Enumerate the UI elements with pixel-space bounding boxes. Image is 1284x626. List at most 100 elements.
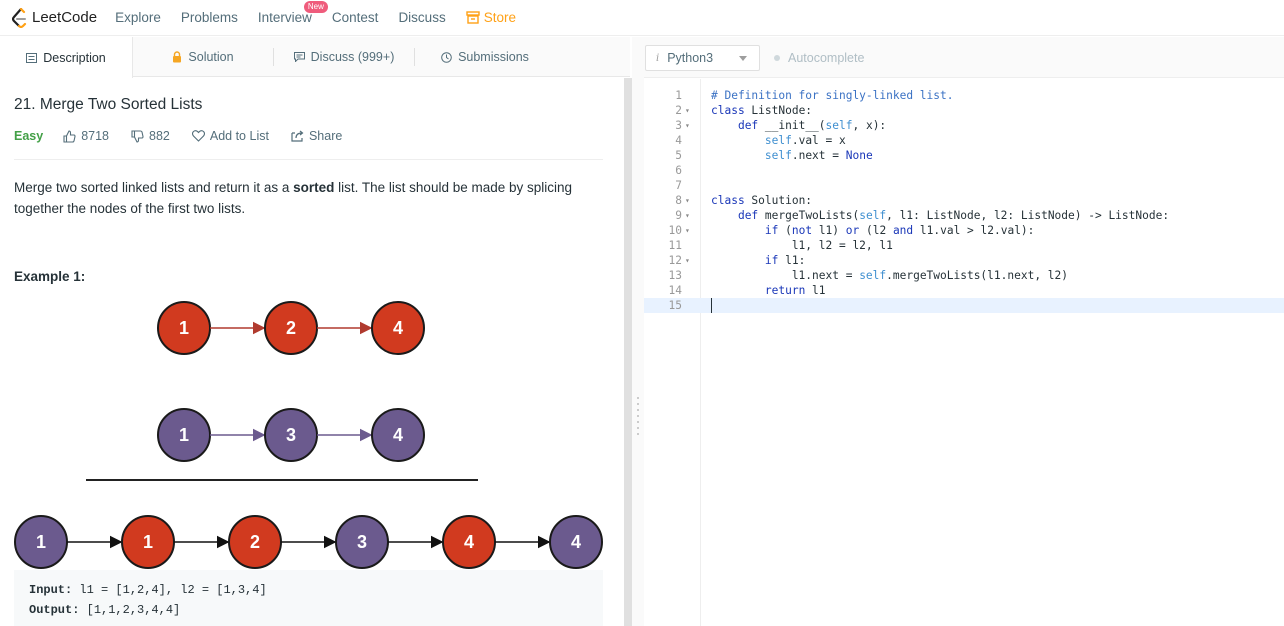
nav-interview[interactable]: Interview New	[257, 1, 328, 25]
nav-interview-label: Interview	[257, 10, 312, 25]
line-number: 1	[675, 89, 682, 102]
description-bold: sorted	[293, 180, 335, 195]
code-line[interactable]: 3 ▾ def __init__(self, x):	[644, 118, 1284, 133]
line-number: 15	[668, 299, 682, 312]
line-number: 6	[675, 164, 682, 177]
list2-node-value: 1	[179, 425, 189, 445]
nav-store[interactable]: Store	[466, 10, 516, 25]
line-number: 5	[675, 149, 682, 162]
code-text	[711, 298, 712, 313]
merged-node: 1	[121, 515, 175, 569]
fold-arrow-icon[interactable]: ▾	[685, 223, 690, 238]
add-to-list-label: Add to List	[209, 129, 269, 143]
logo[interactable]: LeetCode	[12, 7, 98, 28]
code-line[interactable]: 9 ▾ def mergeTwoLists(self, l1: ListNode,…	[644, 208, 1284, 223]
merged-node-value: 4	[464, 532, 474, 552]
like-button[interactable]: 8718	[63, 129, 109, 143]
code-line[interactable]: 11 l1, l2 = l2, l1	[644, 238, 1284, 253]
fold-arrow-icon[interactable]: ▾	[685, 253, 690, 268]
problem-title: 21. Merge Two Sorted Lists	[14, 96, 203, 113]
logo-text: LeetCode	[32, 9, 98, 26]
example-output-line: Output: [1,1,2,3,4,4]	[29, 600, 588, 620]
splitter-grip-icon[interactable]	[637, 395, 639, 439]
list2-node: 1	[157, 408, 211, 462]
output-label: Output:	[29, 603, 80, 617]
description-scrollbar[interactable]	[624, 78, 632, 626]
line-number: 10	[668, 224, 682, 237]
tab-solution[interactable]: Solution	[133, 37, 273, 77]
code-line[interactable]: 1 # Definition for singly-linked list.	[644, 88, 1284, 103]
code-text: class Solution:	[711, 194, 813, 207]
line-number: 3	[675, 119, 682, 132]
tab-description[interactable]: Description	[0, 37, 133, 78]
tab-solution-label: Solution	[188, 50, 234, 64]
list2-node: 4	[371, 408, 425, 462]
merged-node-value: 1	[36, 532, 46, 552]
output-value: [1,1,2,3,4,4]	[86, 603, 181, 617]
panel-splitter[interactable]	[632, 37, 644, 626]
autocomplete-toggle[interactable]: Autocomplete	[774, 51, 864, 65]
code-line[interactable]: 10 ▾ if (not l1) or (l2 and l1.val > l2.v…	[644, 223, 1284, 238]
toggle-dot-icon	[774, 55, 780, 61]
code-editor[interactable]: 1 # Definition for singly-linked list. 2 ▾ c…	[644, 79, 1284, 626]
code-line[interactable]: 6	[644, 163, 1284, 178]
code-text: def __init__(self, x):	[737, 119, 887, 132]
line-number: 8	[675, 194, 682, 207]
difficulty-badge: Easy	[14, 129, 44, 143]
code-lines[interactable]: 1 # Definition for singly-linked list. 2 ▾ c…	[644, 88, 1284, 313]
input-label: Input:	[29, 583, 73, 597]
list1-node: 4	[371, 301, 425, 355]
code-text: if (not l1) or (l2 and l1.val > l2.val):	[764, 224, 1035, 237]
input-value: l1 = [1,2,4], l2 = [1,3,4]	[79, 583, 267, 597]
store-icon	[466, 11, 480, 24]
language-select[interactable]: i Python3	[645, 45, 760, 71]
nav-explore[interactable]: Explore	[115, 10, 161, 25]
merged-node: 4	[442, 515, 496, 569]
fold-arrow-icon[interactable]: ▾	[685, 208, 690, 223]
code-line[interactable]: 2 ▾ class ListNode:	[644, 103, 1284, 118]
fold-arrow-icon[interactable]: ▾	[685, 103, 690, 118]
add-to-list-button[interactable]: Add to List	[191, 129, 269, 143]
example-io: Input: l1 = [1,2,4], l2 = [1,3,4] Output…	[14, 570, 603, 626]
line-number: 14	[668, 284, 682, 297]
tab-discuss[interactable]: Discuss (999+)	[274, 37, 414, 77]
code-line[interactable]: 4 self.val = x	[644, 133, 1284, 148]
code-line[interactable]: 5 self.next = None	[644, 148, 1284, 163]
like-count: 8718	[81, 129, 110, 143]
tab-submissions-label: Submissions	[458, 50, 529, 64]
tab-submissions[interactable]: Submissions	[415, 37, 555, 77]
linked-list-diagram: 1 2 4 1 3 4 1 1 2 3 4 4	[14, 301, 603, 569]
thumbs-down-icon	[131, 129, 144, 143]
fold-arrow-icon[interactable]: ▾	[685, 118, 690, 133]
chat-icon	[293, 52, 305, 62]
code-line[interactable]: 14 return l1	[644, 283, 1284, 298]
code-line[interactable]: 12 ▾ if l1:	[644, 253, 1284, 268]
nav-contest[interactable]: Contest	[332, 10, 379, 25]
leetcode-logo-icon	[12, 7, 27, 28]
code-line[interactable]: 15	[644, 298, 1284, 313]
fold-arrow-icon[interactable]: ▾	[685, 193, 690, 208]
line-number: 2	[675, 104, 682, 117]
code-line[interactable]: 8 ▾ class Solution:	[644, 193, 1284, 208]
new-badge: New	[303, 1, 328, 13]
code-line[interactable]: 7	[644, 178, 1284, 193]
dislike-button[interactable]: 882	[131, 129, 170, 143]
code-line[interactable]: 13 l1.next = self.mergeTwoLists(l1.next,…	[644, 268, 1284, 283]
share-button[interactable]: Share	[291, 129, 342, 143]
nav-discuss[interactable]: Discuss	[398, 10, 445, 25]
problem-description: Merge two sorted linked lists and return…	[14, 177, 604, 219]
merged-node-value: 4	[571, 532, 581, 552]
nav-problems[interactable]: Problems	[181, 10, 238, 25]
line-number: 11	[668, 239, 682, 252]
list1-node-value: 2	[286, 318, 296, 338]
code-text: def mergeTwoLists(self, l1: ListNode, l2…	[737, 209, 1170, 222]
list2-node-value: 3	[286, 425, 296, 445]
share-icon	[291, 130, 304, 142]
description-icon	[26, 52, 38, 63]
heart-icon	[191, 130, 205, 142]
list2-node-value: 4	[393, 425, 403, 445]
example-heading: Example 1:	[14, 269, 86, 284]
example-input-line: Input: l1 = [1,2,4], l2 = [1,3,4]	[29, 580, 588, 600]
chevron-down-icon	[739, 56, 747, 61]
list1-node: 1	[157, 301, 211, 355]
